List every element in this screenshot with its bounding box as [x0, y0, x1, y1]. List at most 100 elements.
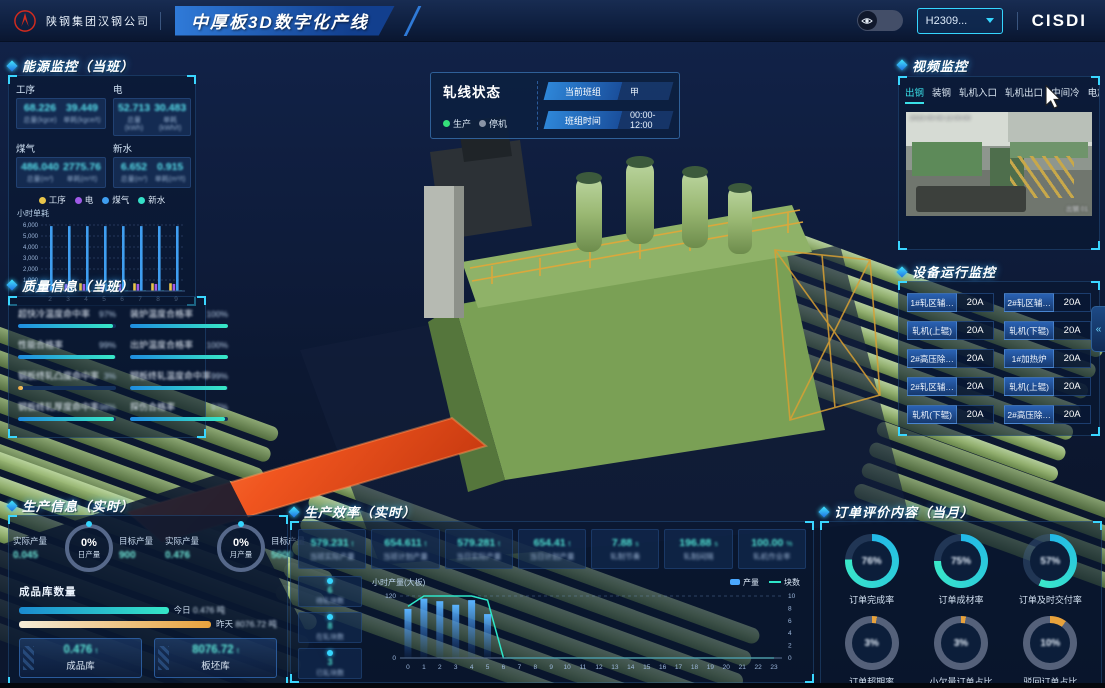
video-camera-label: 出钢 01 — [1066, 203, 1088, 213]
order-donut-ring: 75% — [934, 534, 988, 588]
efficiency-tile-value: 654.41 t — [533, 537, 570, 549]
quality-item-top: 探伤合格率97% — [130, 400, 228, 413]
svg-text:17: 17 — [675, 664, 683, 671]
equipment-label: 1#轧区辅… — [907, 293, 957, 312]
bottom-edge — [0, 683, 1105, 688]
video-feed-decor — [912, 142, 982, 176]
efficiency-tile-value: 100.00 % — [751, 537, 792, 549]
quality-item-value: 98% — [99, 402, 116, 412]
visibility-toggle[interactable] — [857, 10, 903, 31]
svg-text:11: 11 — [580, 664, 587, 671]
video-feed-decor — [916, 186, 1026, 212]
device-select-value: H2309... — [926, 15, 968, 27]
svg-text:23: 23 — [770, 664, 778, 671]
efficiency-side-tile: 6待轧块数 — [298, 576, 362, 607]
corner-bracket-decor — [898, 76, 907, 85]
quality-item-top: 性能合格率99% — [18, 338, 116, 351]
inventory-stat-label: 板坯库 — [201, 658, 230, 672]
quality-item-value: 97% — [211, 402, 228, 412]
quality-item-label: 超快冷温度命中率 — [18, 307, 90, 320]
energy-metric: 2775.76单耗(m³/t) — [63, 161, 101, 184]
ring-name: 日产量 — [78, 549, 101, 560]
energy-group-box: 68.226总量(kgce)39.449单耗(kgce/t) — [16, 98, 106, 129]
quality-item-value: 99% — [99, 340, 116, 350]
video-tab-5[interactable]: 中间冷 — [1051, 85, 1080, 104]
svg-text:1: 1 — [422, 664, 426, 671]
energy-legend-item: 新水 — [138, 194, 165, 206]
equipment-label: 轧机(下辊) — [1004, 321, 1054, 340]
line-status-row: 班组时间00:00-12:00 — [544, 111, 674, 129]
quality-title: 质量信息（当班） — [22, 276, 134, 295]
order-donut: 75%订单成材率 — [916, 534, 1005, 606]
energy-metric-value: 6.652 — [118, 161, 150, 173]
inventory-bar-number: 0.476 吨 — [193, 605, 225, 615]
quality-item-top: 超快冷温度命中率97% — [18, 307, 116, 320]
quality-item: 超快冷温度命中率97% — [18, 307, 116, 328]
legend-bar-icon — [730, 579, 740, 585]
line-status-chip: 当前班组 — [544, 82, 623, 100]
side-tile-label: 在轧块数 — [316, 632, 344, 642]
video-feed[interactable]: 2023-09-08 12:00:00 出钢 01 — [906, 112, 1092, 216]
efficiency-tile-value: 196.88 s — [679, 537, 718, 549]
equipment-grid: 1#轧区辅…20A2#轧区辅…20A轧机(上辊)20A轧机(下辊)20A2#高压… — [899, 282, 1099, 435]
order-donut-label: 订单完成率 — [849, 593, 894, 606]
inventory-title: 成品库数量 — [9, 576, 287, 603]
company-logo-icon — [14, 10, 36, 32]
device-select-dropdown[interactable]: H2309... — [917, 8, 1003, 34]
inventory-stat-unit: t — [95, 646, 97, 655]
equipment-label: 2#轧区辅… — [1004, 293, 1054, 312]
corner-bracket-decor — [8, 515, 17, 524]
svg-text:8: 8 — [533, 664, 537, 671]
video-tab-4[interactable]: 轧机出口 — [1005, 85, 1043, 104]
svg-text:2,000: 2,000 — [23, 267, 39, 273]
efficiency-tile-value: 579.231 t — [311, 537, 354, 549]
order-donut-ring: 57% — [1023, 534, 1077, 588]
equipment-value: 20A — [957, 349, 994, 368]
quality-item-label: 钢板终轧温度命中率 — [130, 369, 211, 382]
corner-bracket-decor — [1091, 76, 1100, 85]
inventory-boxes: 0.476 t成品库8076.72 t板坯库 — [9, 631, 287, 685]
quality-item-value: 100% — [206, 309, 228, 319]
legend-dot-icon — [102, 197, 109, 204]
panel-icon — [896, 59, 907, 70]
svg-text:3: 3 — [454, 664, 458, 671]
quality-item: 装炉温度合格率100% — [130, 307, 228, 328]
line-status-value: 甲 — [618, 82, 674, 100]
video-tab-6[interactable]: 电加热 — [1088, 85, 1099, 104]
corner-bracket-decor — [290, 674, 299, 683]
energy-panel: 能源监控（当班） 工序68.226总量(kgce)39.449单耗(kgce/t… — [8, 56, 196, 272]
page-title-plate: 中厚板3D数字化产线 — [175, 6, 395, 36]
hourly-output-chart-area: 小时产量(大板) 产量块数 01200246810012345678910111… — [370, 576, 806, 679]
quality-item-bar — [130, 417, 225, 421]
equipment-cell: 轧机(下辊)20A — [1004, 321, 1091, 340]
efficiency-tile-unit: % — [786, 541, 792, 548]
quality-item-bar — [130, 386, 227, 390]
panel-collapse-handle[interactable]: « — [1091, 306, 1105, 352]
efficiency-tile-label: 当班实际产量 — [310, 551, 355, 562]
energy-group-box: 6.652总量(m³)0.915单耗(m³/t) — [113, 157, 191, 188]
corner-bracket-decor — [805, 521, 814, 530]
efficiency-tile-unit: t — [352, 541, 354, 548]
corner-bracket-decor — [8, 75, 17, 84]
energy-legend-label: 工序 — [49, 194, 66, 206]
svg-text:6: 6 — [502, 664, 506, 671]
svg-text:0: 0 — [406, 664, 410, 671]
inventory-bar-fill — [19, 621, 211, 628]
video-tab-2[interactable]: 装钢 — [932, 85, 951, 104]
video-tab-1[interactable]: 出钢 — [905, 85, 924, 104]
order-donut-value: 75% — [934, 534, 988, 588]
video-tab-3[interactable]: 轧机入口 — [959, 85, 997, 104]
toggle-knob — [858, 11, 877, 30]
energy-metric-value: 0.915 — [154, 161, 186, 173]
equipment-value: 20A — [957, 321, 994, 340]
svg-text:4,000: 4,000 — [23, 245, 39, 251]
line-status-value-text: 甲 — [630, 85, 639, 98]
quality-item: 探伤合格率97% — [130, 400, 228, 421]
svg-text:8: 8 — [788, 605, 792, 612]
dashboard-root: 陕钢集团汉钢公司 中厚板3D数字化产线 H2309... C — [0, 0, 1105, 688]
energy-legend-label: 煤气 — [112, 194, 129, 206]
status-legend-label: 停机 — [489, 117, 507, 130]
energy-legend-label: 电 — [85, 194, 94, 206]
svg-text:10: 10 — [564, 664, 572, 671]
quality-item-track — [18, 355, 116, 359]
